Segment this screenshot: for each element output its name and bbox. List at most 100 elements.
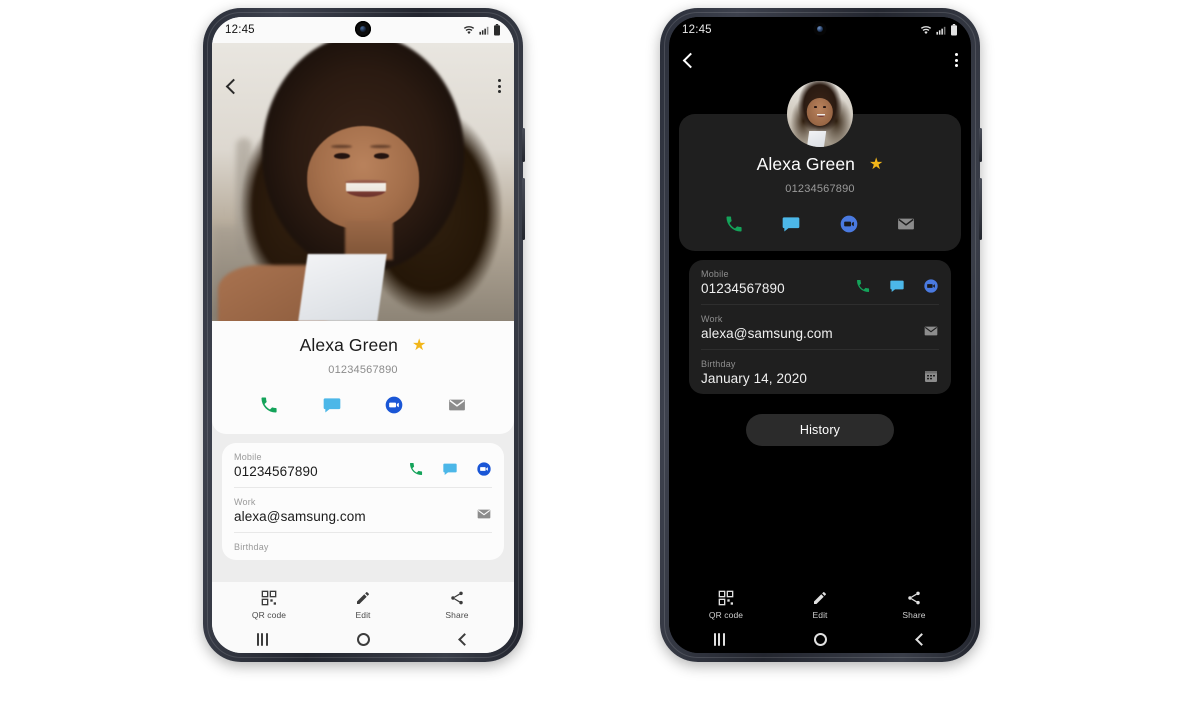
message-button[interactable] — [778, 211, 804, 237]
detail-row-actions — [923, 323, 939, 341]
share-button[interactable]: Share — [879, 590, 949, 620]
back-icon[interactable] — [458, 632, 472, 646]
detail-row-birthday[interactable]: Birthday January 14, 2020 — [701, 349, 939, 394]
detail-value: alexa@samsung.com — [234, 509, 366, 524]
history-button[interactable]: History — [745, 414, 895, 446]
contact-scroll-area-light[interactable]: Alexa Green ★ 01234567890 Mobile 0123456… — [212, 43, 514, 582]
pencil-icon — [357, 592, 369, 604]
front-camera-light — [355, 21, 371, 37]
tool-buttons-dark: QR code Edit Share — [669, 588, 971, 625]
pencil-icon — [814, 592, 826, 604]
calendar-icon[interactable] — [923, 368, 939, 384]
detail-row-work[interactable]: Work alexa@samsung.com — [701, 304, 939, 349]
app-bar-light — [212, 69, 514, 103]
kebab-menu-icon — [498, 79, 501, 93]
favorite-star-icon[interactable]: ★ — [869, 156, 883, 173]
message-button[interactable] — [319, 392, 345, 418]
call-button[interactable] — [256, 392, 282, 418]
back-button-light[interactable] — [225, 78, 242, 94]
recents-icon[interactable] — [256, 632, 268, 646]
phone-icon[interactable] — [408, 461, 424, 477]
back-icon[interactable] — [915, 632, 929, 646]
share-icon — [451, 591, 463, 605]
email-button[interactable] — [444, 392, 470, 418]
screenshot-stage: 12:45 Alexa Green ★ 01234567890 Mobile 0… — [0, 0, 1200, 708]
qr-code-button[interactable]: QR code — [234, 590, 304, 620]
quick-actions-light — [212, 392, 514, 418]
volume-button-dark[interactable] — [979, 178, 982, 240]
video-call-button[interactable] — [381, 392, 407, 418]
signal-icon — [479, 26, 489, 35]
share-icon — [908, 591, 920, 605]
detail-row-mobile[interactable]: Mobile 01234567890 — [701, 260, 939, 304]
edit-button[interactable]: Edit — [785, 590, 855, 620]
duo-video-icon[interactable] — [476, 461, 492, 477]
phone-icon — [261, 397, 277, 413]
detail-label: Birthday — [234, 542, 269, 552]
battery-icon — [951, 24, 957, 36]
email-button[interactable] — [893, 211, 919, 237]
detail-label: Mobile — [701, 269, 729, 279]
detail-row-actions — [408, 461, 492, 479]
battery-icon — [494, 24, 500, 36]
tool-label: Share — [902, 610, 926, 620]
back-button-dark[interactable] — [682, 52, 699, 68]
detail-label: Mobile — [234, 452, 262, 462]
duo-video-icon[interactable] — [923, 278, 939, 294]
message-bubble-icon[interactable] — [442, 461, 458, 477]
call-button[interactable] — [721, 211, 747, 237]
phone-icon[interactable] — [855, 278, 871, 294]
detail-row-work[interactable]: Work alexa@samsung.com — [234, 487, 492, 532]
envelope-icon[interactable] — [476, 506, 492, 522]
message-bubble-icon — [782, 217, 800, 232]
contact-details-card-dark: Mobile 01234567890 Work alexa@samsung.co… — [689, 260, 951, 394]
signal-icon — [936, 26, 946, 35]
contact-name: Alexa Green — [299, 335, 399, 355]
detail-row-actions — [476, 506, 492, 524]
tool-label: QR code — [708, 610, 744, 620]
detail-row-mobile[interactable]: Mobile 01234567890 — [234, 443, 492, 487]
message-bubble-icon[interactable] — [889, 278, 905, 294]
phone-device-dark: 12:45 Alexa Green ★ 01234567890 Mobile 0… — [660, 8, 982, 662]
avatar[interactable] — [787, 81, 853, 147]
contact-body-dark: Alexa Green ★ 01234567890 Mobile 0123456… — [669, 77, 971, 582]
detail-value: January 14, 2020 — [701, 371, 807, 386]
avatar-wrapper — [679, 81, 961, 147]
power-button-light[interactable] — [522, 128, 525, 162]
home-icon[interactable] — [357, 632, 371, 646]
share-button[interactable]: Share — [422, 590, 492, 620]
contact-header-card-light: Alexa Green ★ 01234567890 — [212, 321, 514, 434]
contact-details-card-light: Mobile 01234567890 Work alexa@samsung.co… — [222, 443, 504, 560]
power-button-dark[interactable] — [979, 128, 982, 162]
duo-video-icon — [840, 215, 858, 233]
envelope-icon[interactable] — [923, 323, 939, 339]
detail-row-birthday[interactable]: Birthday — [234, 532, 492, 560]
app-bar-dark — [669, 43, 971, 77]
qr-code-button[interactable]: QR code — [691, 590, 761, 620]
bottom-toolbar-dark: QR code Edit Share — [669, 582, 971, 653]
more-options-button-light[interactable] — [498, 79, 501, 93]
detail-value: alexa@samsung.com — [701, 326, 833, 341]
detail-label: Work — [234, 497, 256, 507]
recents-icon[interactable] — [713, 632, 725, 646]
chevron-left-icon — [682, 52, 699, 68]
contact-name: Alexa Green — [756, 154, 856, 174]
detail-row-actions — [923, 368, 939, 386]
more-options-button-dark[interactable] — [955, 53, 958, 67]
history-wrapper: History — [679, 414, 961, 446]
bottom-toolbar-light: QR code Edit Share — [212, 582, 514, 653]
video-call-button[interactable] — [836, 211, 862, 237]
edit-button[interactable]: Edit — [328, 590, 398, 620]
home-icon[interactable] — [814, 632, 828, 646]
quick-actions-dark — [679, 211, 961, 237]
qr-code-icon — [718, 590, 734, 606]
contact-cover-photo — [212, 43, 514, 321]
tool-buttons-light: QR code Edit Share — [212, 588, 514, 625]
volume-button-light[interactable] — [522, 178, 525, 240]
favorite-star-icon[interactable]: ★ — [412, 337, 426, 354]
tool-label: Edit — [355, 610, 371, 620]
chevron-left-icon — [225, 78, 242, 94]
envelope-icon — [448, 399, 465, 411]
tool-label: QR code — [251, 610, 287, 620]
wifi-icon — [920, 25, 932, 34]
